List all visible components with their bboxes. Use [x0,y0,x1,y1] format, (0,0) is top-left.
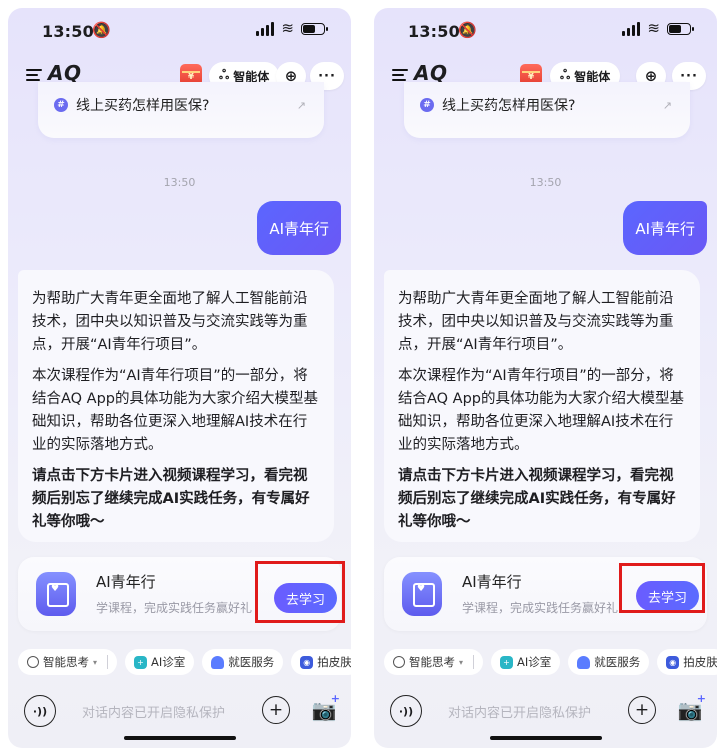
chip-medical-service[interactable]: 就医服务 [202,649,284,675]
think-icon [27,656,39,668]
suggested-question-card[interactable]: # 线上买药怎样用医保? ↗ [38,82,324,138]
chip-label: 智能思考 [409,655,455,669]
chip-label: 智能思考 [43,655,89,669]
camera-icon: ◉ [300,655,314,669]
chip-smart-think[interactable]: 智能思考 ▾ [18,649,118,675]
input-bar: ·)) 对话内容已开启隐私保护 + 📷 [18,691,341,731]
chevron-down-icon: ▾ [93,657,98,667]
course-subtitle: 学课程，完成实践任务赢好礼 [462,601,619,615]
chip-label: 拍皮肤 [683,655,717,669]
hash-icon: # [420,98,434,112]
plus-icon[interactable]: + [262,696,290,724]
chip-medical-service[interactable]: 就医服务 [568,649,650,675]
ai-message-paragraph-1: 为帮助广大青年更全面地了解人工智能前沿技术，团中央以知识普及与交流实践等为重点，… [32,291,308,353]
ai-message-paragraph-1: 为帮助广大青年更全面地了解人工智能前沿技术，团中央以知识普及与交流实践等为重点，… [398,291,674,353]
signal-icon [622,21,641,36]
ai-message-bubble: 为帮助广大青年更全面地了解人工智能前沿技术，团中央以知识普及与交流实践等为重点，… [18,270,334,542]
ai-message-paragraph-2: 本次课程作为“AI青年行项目”的一部分，将结合AQ App的具体功能为大家介绍大… [398,368,685,453]
chat-timestamp: 13:50 [529,176,562,189]
bell-slash-icon: 🔕 [92,21,111,39]
chip-label: 就医服务 [228,655,275,669]
chat-input[interactable]: 对话内容已开启隐私保护 [448,702,591,721]
chip-ai-clinic[interactable]: + AI诊室 [491,649,561,675]
book-icon [402,572,442,616]
user-message-text: AI青年行 [635,219,695,238]
ai-message-paragraph-3: 请点击下方卡片进入视频课程学习，看完视频后别忘了继续完成AI实践任务，有专属好礼… [32,468,310,530]
highlight-box [619,563,705,613]
camera-icon: ◉ [666,655,680,669]
course-title: AI青年行 [96,573,156,591]
input-bar: ·)) 对话内容已开启隐私保护 + 📷 [384,691,707,731]
status-time: 13:50 [42,22,94,41]
chat-input[interactable]: 对话内容已开启隐私保护 [82,702,225,721]
book-icon [36,572,76,616]
chip-skin-photo[interactable]: ◉ 拍皮肤 [291,649,351,675]
signal-icon [256,21,275,36]
arrow-icon: ↗ [662,99,672,112]
doctor-icon [577,655,591,669]
think-icon [393,656,405,668]
user-message-bubble: AI青年行 [623,201,707,255]
plus-icon[interactable]: + [628,696,656,724]
battery-icon [667,22,694,35]
battery-icon [301,22,328,35]
camera-icon[interactable]: 📷 [308,692,340,726]
chip-smart-think[interactable]: 智能思考 ▾ [384,649,484,675]
chevron-down-icon: ▾ [459,657,464,667]
course-title: AI青年行 [462,573,522,591]
quick-chips: 智能思考 ▾ + AI诊室 就医服务 ◉ 拍皮肤 [18,649,351,675]
bell-slash-icon: 🔕 [458,21,477,39]
user-message-bubble: AI青年行 [257,201,341,255]
red-envelope-label: ¥ [527,72,535,82]
suggested-question: 线上买药怎样用医保? [76,98,210,114]
chip-skin-photo[interactable]: ◉ 拍皮肤 [657,649,717,675]
arrow-icon: ↗ [296,99,306,112]
quick-chips: 智能思考 ▾ + AI诊室 就医服务 ◉ 拍皮肤 [384,649,717,675]
chip-label: 拍皮肤 [317,655,351,669]
status-icons: ≋ [622,19,694,37]
course-subtitle: 学课程，完成实践任务赢好礼 [96,601,253,615]
red-envelope-label: ¥ [187,72,195,82]
phone-screen-right: 13:50 🔕 ≋ AQ ¥ ஃ 智能体 ⊕ ··· # 线上买药怎样用医保? … [374,8,717,748]
chip-label: AI诊室 [151,655,186,669]
phone-screen-left: 13:50 🔕 ≋ AQ ¥ ஃ 智能体 ⊕ ··· # 线上买药怎样用医保? … [8,8,351,748]
home-indicator [123,736,236,740]
menu-icon[interactable] [392,69,408,81]
ai-message-paragraph-2: 本次课程作为“AI青年行项目”的一部分，将结合AQ App的具体功能为大家介绍大… [32,368,319,453]
chat-timestamp: 13:50 [163,176,196,189]
wifi-icon: ≋ [281,19,294,37]
highlight-box [255,561,345,623]
suggested-question-card[interactable]: # 线上买药怎样用医保? ↗ [404,82,690,138]
clinic-icon: + [500,655,514,669]
ai-message-bubble: 为帮助广大青年更全面地了解人工智能前沿技术，团中央以知识普及与交流实践等为重点，… [384,270,700,542]
status-time: 13:50 [408,22,460,41]
hash-icon: # [54,98,68,112]
menu-icon[interactable] [26,69,42,81]
status-bar: 13:50 🔕 ≋ [374,20,717,44]
ai-message-paragraph-3: 请点击下方卡片进入视频课程学习，看完视频后别忘了继续完成AI实践任务，有专属好礼… [398,468,676,530]
suggested-question: 线上买药怎样用医保? [442,98,576,114]
chip-label: 就医服务 [594,655,641,669]
camera-icon[interactable]: 📷 [674,692,706,726]
status-bar: 13:50 🔕 ≋ [8,20,351,44]
chip-label: AI诊室 [517,655,552,669]
voice-icon[interactable]: ·)) [390,695,422,727]
user-message-text: AI青年行 [269,219,329,238]
wifi-icon: ≋ [647,19,660,37]
status-icons: ≋ [256,19,328,37]
doctor-icon [211,655,225,669]
voice-icon[interactable]: ·)) [24,695,56,727]
chip-ai-clinic[interactable]: + AI诊室 [125,649,195,675]
clinic-icon: + [134,655,148,669]
home-indicator [489,736,602,740]
